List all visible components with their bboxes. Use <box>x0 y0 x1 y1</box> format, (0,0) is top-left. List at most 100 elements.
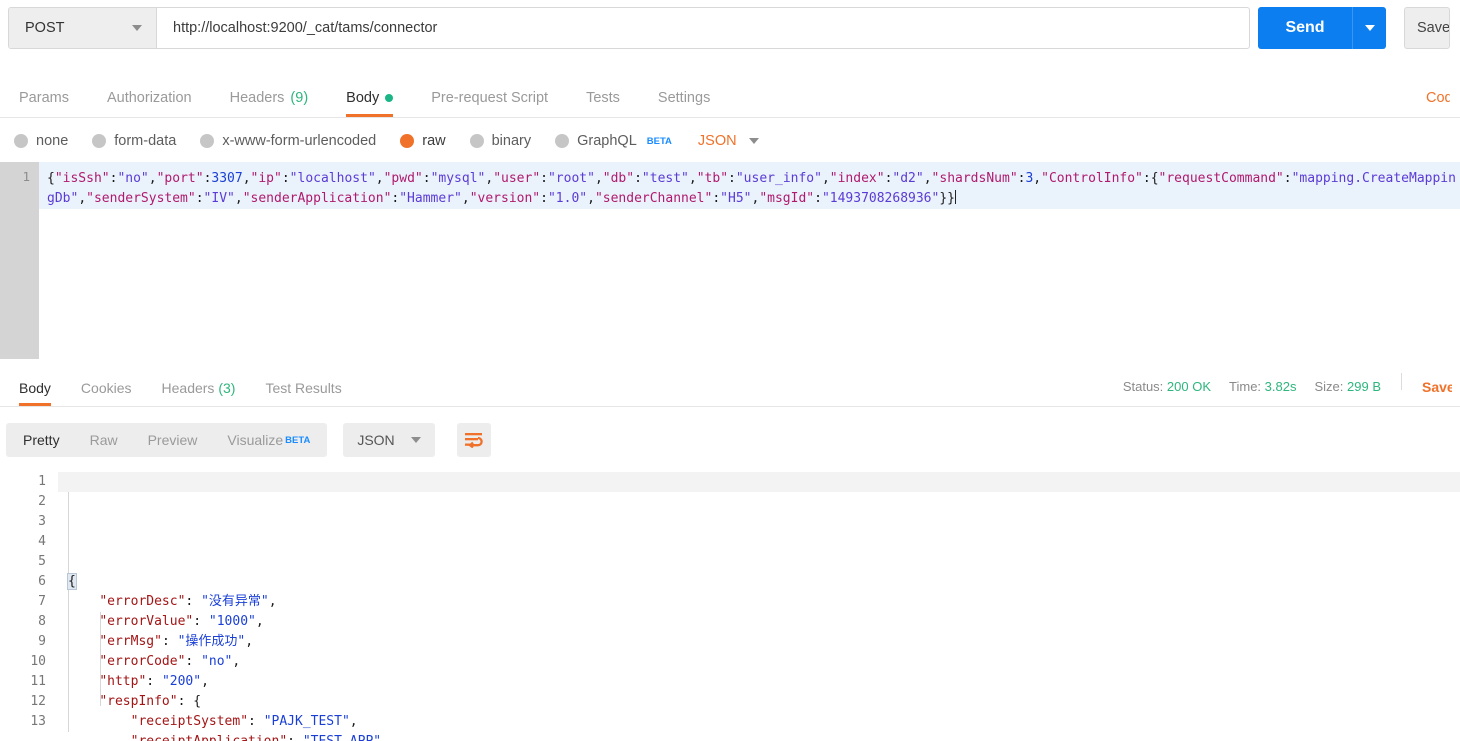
code-token: , <box>148 171 157 186</box>
send-button[interactable]: Send <box>1258 7 1352 49</box>
code-token: }} <box>939 191 955 206</box>
code-token: "PAJK_TEST" <box>263 714 350 729</box>
code-token: "ControlInfo" <box>1041 171 1143 186</box>
view-mode-label: Preview <box>147 432 198 448</box>
response-body-editor[interactable]: 1 2 3 4 5 6 7 8 9 10 11 12 13 { "errorDesc": "没有异常",… <box>0 466 1460 741</box>
code-token: , <box>1033 171 1042 186</box>
code-token: "d2" <box>892 171 924 186</box>
line-number: 9 <box>38 634 46 649</box>
code-token: , <box>594 171 603 186</box>
response-format-select[interactable]: JSON <box>343 423 435 457</box>
postman-request-response-pane: POST Send Save Params Authorization Head… <box>0 0 1460 741</box>
body-type-binary[interactable]: binary <box>469 133 531 149</box>
code-token: "isSsh" <box>54 171 110 186</box>
response-tab-test-results[interactable]: Test Results <box>250 380 356 406</box>
raw-format-select[interactable]: JSON <box>698 133 759 149</box>
code-token: , <box>245 634 254 649</box>
body-type-label: raw <box>422 133 446 149</box>
body-type-label: none <box>36 133 69 149</box>
code-token: , <box>255 614 264 629</box>
body-type-raw[interactable]: raw <box>400 133 446 149</box>
request-editor-gutter: 1 <box>0 162 39 359</box>
view-mode-preview[interactable]: Preview <box>133 425 213 455</box>
line-number: 5 <box>38 554 46 569</box>
code-token: , <box>375 171 384 186</box>
code-line: "errorCode": "no", <box>68 652 1460 672</box>
http-method-select[interactable]: POST <box>9 8 157 48</box>
time-group: Time: 3.82s <box>1229 379 1296 394</box>
code-token: "senderSystem" <box>86 191 196 206</box>
response-tab-body[interactable]: Body <box>4 380 66 406</box>
request-body-editor[interactable]: 1 {"isSsh":"no","port":3307,"ip":"localh… <box>0 162 1460 359</box>
code-token: : <box>281 171 290 186</box>
code-token: "1000" <box>208 614 256 629</box>
tab-authorization[interactable]: Authorization <box>88 90 211 117</box>
code-token: "localhost" <box>289 171 376 186</box>
request-url-input[interactable] <box>157 8 1249 48</box>
save-response-link[interactable]: Save Response <box>1422 379 1452 395</box>
code-token: "no" <box>201 654 233 669</box>
chevron-down-icon <box>132 25 142 31</box>
tab-tests[interactable]: Tests <box>567 90 639 117</box>
code-line: "errorValue": "1000", <box>68 612 1460 632</box>
tab-headers[interactable]: Headers (9) <box>211 90 328 117</box>
code-line: "http": "200", <box>68 672 1460 692</box>
response-tab-headers[interactable]: Headers (3) <box>147 380 251 406</box>
body-type-graphql[interactable]: GraphQL BETA <box>555 133 672 149</box>
code-token: "Hammer" <box>399 191 462 206</box>
radio-icon <box>555 134 570 148</box>
divider <box>1401 373 1402 390</box>
view-mode-pretty[interactable]: Pretty <box>8 425 75 455</box>
code-token: : <box>195 191 204 206</box>
code-token: : <box>540 171 548 186</box>
code-token: , <box>381 734 389 741</box>
code-line: "errMsg": "操作成功", <box>68 632 1460 652</box>
status-group: Status: 200 OK <box>1123 379 1211 394</box>
headers-count: (9) <box>290 90 309 106</box>
radio-icon <box>200 134 215 148</box>
code-link[interactable]: Code <box>1426 90 1450 117</box>
response-tab-cookies[interactable]: Cookies <box>66 380 147 406</box>
code-token: : <box>1283 171 1292 186</box>
code-token: : <box>146 674 162 689</box>
code-token: "tb" <box>696 171 729 186</box>
code-line: "errorDesc": "没有异常", <box>68 592 1460 612</box>
code-token: , <box>232 654 241 669</box>
request-body-code[interactable]: {"isSsh":"no","port":3307,"ip":"localhos… <box>39 162 1460 209</box>
code-token: "version" <box>469 191 541 206</box>
code-token: "senderChannel" <box>594 191 713 206</box>
code-token: : <box>634 171 642 186</box>
code-token: "root" <box>547 171 595 186</box>
body-type-form-data[interactable]: form-data <box>92 133 176 149</box>
method-url-group: POST <box>8 7 1250 49</box>
body-type-urlencoded[interactable]: x-www-form-urlencoded <box>200 133 376 149</box>
code-token: : <box>422 171 431 186</box>
view-mode-label: Pretty <box>23 432 60 448</box>
code-line: { <box>67 572 1460 592</box>
tab-body[interactable]: Body <box>327 90 412 117</box>
text-cursor <box>955 190 956 204</box>
view-mode-raw[interactable]: Raw <box>75 425 133 455</box>
tab-label: Tests <box>586 90 620 106</box>
code-token: "index" <box>829 171 885 186</box>
response-body-code[interactable]: { "errorDesc": "没有异常", "errorValue": "10… <box>58 466 1460 741</box>
code-token: "H5" <box>720 191 752 206</box>
code-line: "respInfo": { <box>68 692 1460 712</box>
tab-pre-request-script[interactable]: Pre-request Script <box>412 90 567 117</box>
tab-settings[interactable]: Settings <box>639 90 729 117</box>
size-label: Size: <box>1314 379 1344 394</box>
code-token: "user_info" <box>735 171 822 186</box>
view-mode-visualize[interactable]: Visualize BETA <box>212 425 325 455</box>
code-token: : <box>248 714 264 729</box>
save-button[interactable]: Save <box>1404 7 1450 49</box>
tab-params[interactable]: Params <box>0 90 88 117</box>
code-token: 3307 <box>211 171 243 186</box>
send-options-button[interactable] <box>1352 7 1386 49</box>
response-meta: Status: 200 OK Time: 3.82s Size: 299 B S… <box>1123 373 1460 406</box>
code-token: , <box>78 191 87 206</box>
code-token: "shardsNum" <box>931 171 1018 186</box>
body-type-none[interactable]: none <box>14 133 68 149</box>
word-wrap-button[interactable] <box>456 423 491 457</box>
